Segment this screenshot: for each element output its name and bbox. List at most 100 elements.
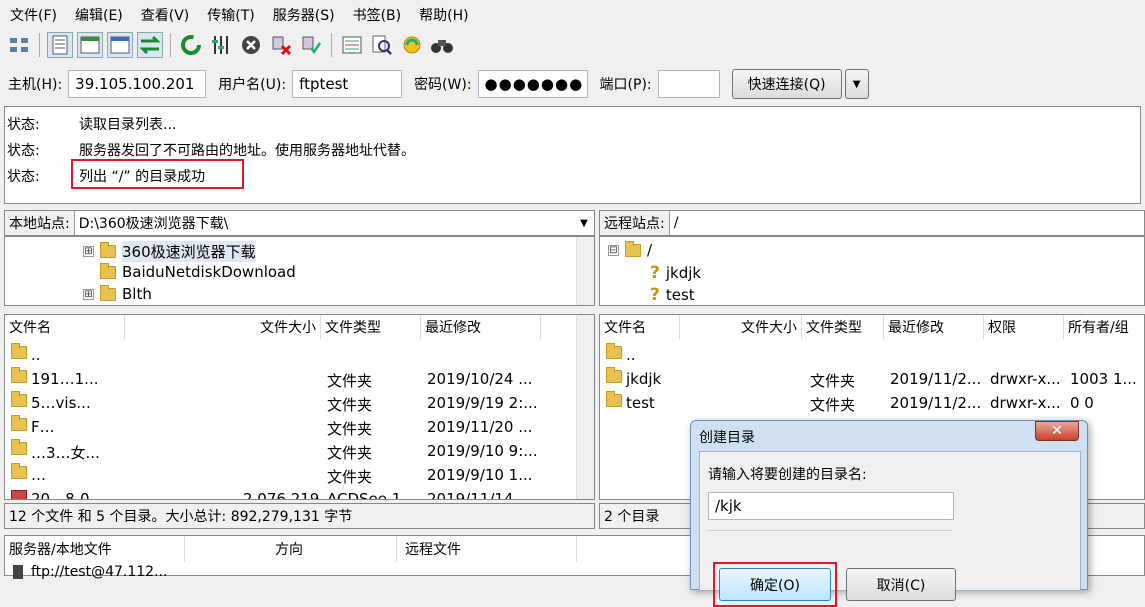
sync-browse-icon[interactable] (399, 32, 425, 58)
menu-bar: 文件(F) 编辑(E) 查看(V) 传输(T) 服务器(S) 书签(B) 帮助(… (0, 0, 1145, 30)
quickconnect-dropdown-button[interactable]: ▼ (844, 69, 869, 99)
cancel-button[interactable]: 取消(C) (846, 568, 956, 601)
unknown-folder-icon: ? (650, 285, 660, 305)
remote-path-input[interactable]: / (670, 215, 1144, 231)
toolbar (0, 30, 1145, 60)
scrollbar[interactable] (576, 315, 594, 499)
local-path-input[interactable]: D:\360极速浏览器下载\ (75, 213, 574, 233)
close-icon[interactable]: ✕ (1035, 421, 1079, 441)
file-modified: 2019/9/10 1... (427, 466, 533, 484)
quickconnect-bar: 主机(H): 39.105.100.201 用户名(U): ftptest 密码… (0, 66, 1145, 102)
file-name: …3…女... (31, 444, 100, 462)
list-item[interactable]: 20…8-0 2,076,219 ACDSee 1... 2019/11/14 ... (5, 487, 575, 500)
reconnect-icon[interactable] (298, 32, 324, 58)
column-header-type[interactable]: 文件类型 (321, 315, 421, 339)
menu-transfer[interactable]: 传输(T) (203, 5, 258, 25)
queue-item[interactable]: ftp://test@47.112... (13, 564, 167, 580)
tree-item[interactable]: ⊟ / (608, 240, 652, 259)
tree-item[interactable]: ⊞ 360极速浏览器下载 (83, 241, 256, 262)
tree-item[interactable]: ? jkdjk (650, 263, 701, 283)
column-header-owner[interactable]: 所有者/组 (1064, 315, 1144, 339)
username-input[interactable]: ftptest (292, 70, 403, 98)
folder-icon (606, 343, 622, 359)
toolbar-separator (331, 33, 332, 57)
column-header-remote-file[interactable]: 远程文件 (397, 536, 577, 562)
search-icon[interactable] (369, 32, 395, 58)
file-size: 2,076,219 (243, 490, 320, 500)
local-site-bar: 本地站点: D:\360极速浏览器下载\ ▼ (4, 210, 595, 236)
list-item[interactable]: … 文件夹 2019/9/10 1... (5, 463, 575, 487)
host-label: 主机(H): (8, 77, 63, 93)
list-item[interactable]: …3…女... 文件夹 2019/9/10 9:... (5, 439, 575, 463)
list-item[interactable]: F… 文件夹 2019/11/20 ... (5, 415, 575, 439)
highlight-box (71, 159, 244, 189)
unknown-folder-icon: ? (650, 263, 660, 283)
cancel-icon[interactable] (238, 32, 264, 58)
list-item[interactable]: 5…vis... 文件夹 2019/9/19 2:... (5, 391, 575, 415)
image-file-icon (11, 490, 27, 499)
folder-icon (100, 284, 116, 301)
menu-server[interactable]: 服务器(S) (269, 5, 339, 25)
remote-tree-icon[interactable] (107, 32, 133, 58)
tree-item[interactable]: ? test (650, 285, 695, 305)
menu-file[interactable]: 文件(F) (6, 5, 61, 25)
folder-icon (11, 463, 27, 479)
column-header-filename[interactable]: 文件名 (5, 315, 125, 339)
user-label: 用户名(U): (218, 77, 287, 93)
password-label: 密码(W): (414, 77, 472, 93)
directory-name-input[interactable]: /kjk (708, 492, 954, 520)
remote-site-bar: 远程站点: / (599, 210, 1145, 236)
local-tree-icon[interactable] (77, 32, 103, 58)
folder-icon (11, 415, 27, 431)
file-name: … (31, 466, 46, 484)
password-input[interactable]: ●●●●●●● (477, 70, 588, 98)
column-header-size[interactable]: 文件大小 (680, 315, 802, 339)
column-header-server-local-file[interactable]: 服务器/本地文件 (5, 536, 185, 562)
site-manager-icon[interactable] (6, 32, 32, 58)
column-header-permissions[interactable]: 权限 (984, 315, 1064, 339)
remote-tree: ⊟ / ? jkdjk ? test (599, 236, 1145, 306)
column-header-size[interactable]: 文件大小 (125, 315, 321, 339)
port-input[interactable] (657, 70, 720, 98)
column-header-direction[interactable]: 方向 (185, 536, 397, 562)
quickconnect-button[interactable]: 快速连接(Q) (731, 69, 842, 99)
list-item[interactable]: test 文件夹 2019/11/2... drwxr-x... 0 0 (600, 391, 1144, 415)
menu-edit[interactable]: 编辑(E) (71, 5, 127, 25)
find-binoculars-icon[interactable] (429, 32, 455, 58)
dialog-body: 请输入将要创建的目录名: /kjk 确定(O) 取消(C) (699, 451, 1081, 607)
message-log-icon[interactable] (47, 32, 73, 58)
disconnect-icon[interactable] (268, 32, 294, 58)
list-item[interactable]: .. (5, 343, 575, 367)
list-item[interactable]: jkdjk 文件夹 2019/11/2... drwxr-x... 1003 1... (600, 367, 1144, 391)
file-name: 20…8-0 (31, 490, 90, 500)
refresh-icon[interactable] (178, 32, 204, 58)
column-header-type[interactable]: 文件类型 (802, 315, 884, 339)
host-input[interactable]: 39.105.100.201 (68, 70, 207, 98)
filter-icon[interactable] (208, 32, 234, 58)
transfer-queue-icon[interactable] (137, 32, 163, 58)
file-name: F… (31, 418, 55, 436)
expand-icon[interactable]: ⊞ (83, 288, 94, 300)
menu-help[interactable]: 帮助(H) (415, 5, 472, 25)
directory-compare-icon[interactable] (339, 32, 365, 58)
list-item[interactable]: 191…1... 文件夹 2019/10/24 ... (5, 367, 575, 391)
log-row: 状态: 服务器发回了不可路由的地址。使用服务器地址代替。 (7, 140, 415, 160)
column-header-modified[interactable]: 最近修改 (421, 315, 541, 339)
file-type: 文件夹 (327, 420, 373, 438)
folder-icon (100, 242, 116, 258)
menu-bookmarks[interactable]: 书签(B) (349, 5, 406, 25)
file-name: 191…1... (31, 370, 99, 388)
column-header-filename[interactable]: 文件名 (600, 315, 680, 339)
collapse-icon[interactable]: ⊟ (608, 244, 619, 256)
menu-view[interactable]: 查看(V) (137, 5, 194, 25)
chevron-down-icon[interactable]: ▼ (574, 218, 594, 229)
scrollbar[interactable] (576, 237, 594, 305)
file-type: 文件夹 (327, 372, 373, 390)
tree-item[interactable]: BaiduNetdiskDownload (100, 262, 296, 281)
list-item[interactable]: .. (600, 343, 1144, 367)
expand-icon[interactable]: ⊞ (83, 246, 94, 257)
column-header-modified[interactable]: 最近修改 (884, 315, 984, 339)
tree-item[interactable]: ⊞ Blth (83, 284, 152, 303)
folder-icon (100, 262, 116, 279)
dialog-divider (708, 530, 952, 531)
